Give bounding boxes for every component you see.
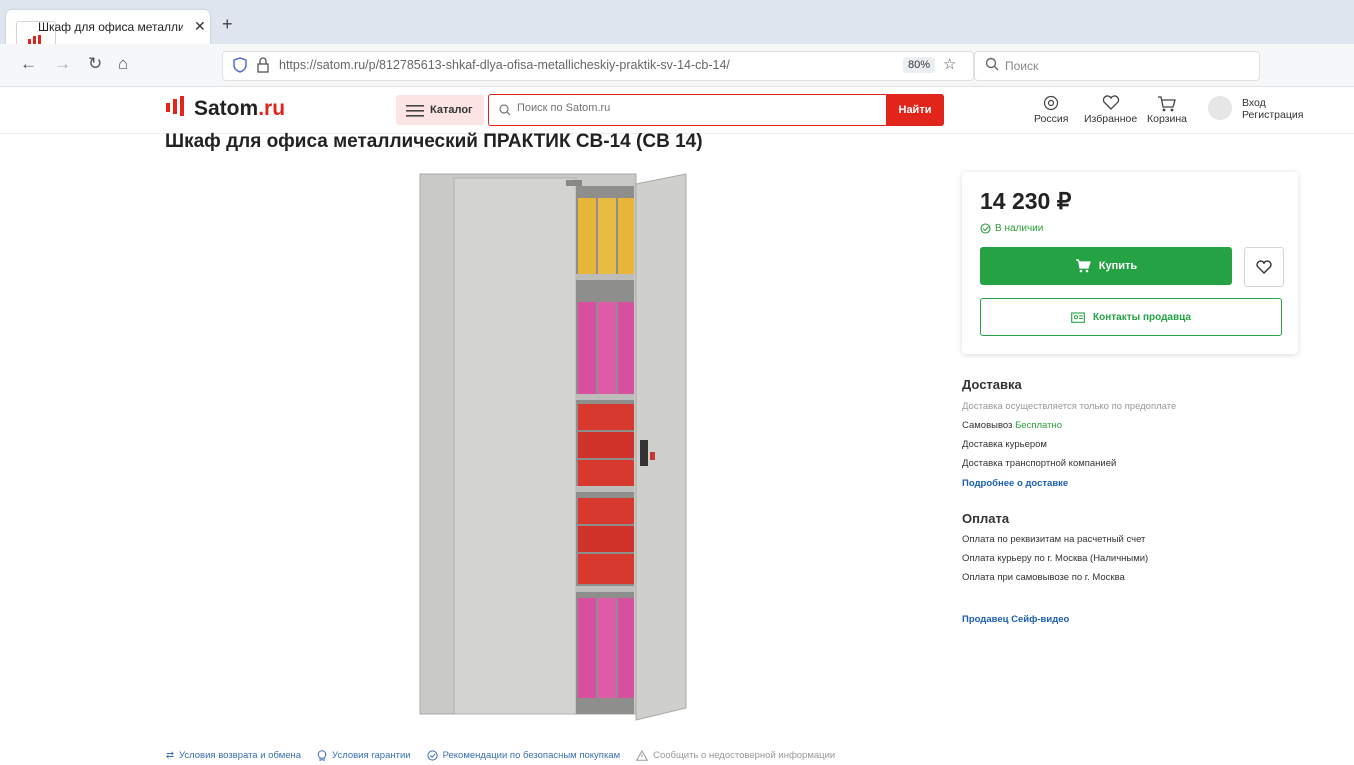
pickup-label: Самовывоз (962, 420, 1013, 431)
delivery-transport: Доставка транспортной компанией (962, 458, 1117, 469)
browser-search[interactable]: Поиск (974, 51, 1260, 81)
search-button[interactable]: Найти (886, 94, 944, 126)
site-search[interactable] (488, 94, 887, 126)
browser-tabbar: Шкаф для офиса металлическ ✕ + (0, 0, 1354, 61)
site-header: Satom.ru Каталог Найти Россия Избранное … (0, 87, 1354, 134)
forward-icon[interactable]: → (54, 54, 71, 74)
bookmark-star-icon[interactable]: ☆ (943, 55, 956, 73)
returns-label: Условия возврата и обмена (178, 750, 302, 761)
address-bar[interactable]: https://satom.ru/p/812785613-shkaf-dlya-… (222, 51, 974, 81)
reload-icon[interactable]: ↻ (88, 54, 102, 74)
register-link[interactable]: Регистрация (1242, 109, 1303, 121)
shield-icon[interactable] (233, 57, 247, 78)
heart-icon (1256, 260, 1272, 274)
region-label: Россия (1034, 113, 1069, 125)
payment-heading: Оплата (962, 511, 1010, 526)
logo-tld: .ru (258, 96, 286, 120)
favorites-label: Избранное (1084, 113, 1138, 125)
check-circle-icon (980, 223, 991, 234)
payment-item: Оплата по реквизитам на расчетный счет (962, 534, 1146, 545)
product-price: 14 230 ₽ (980, 188, 1072, 214)
delivery-more-link[interactable]: Подробнее о доставке (962, 478, 1068, 489)
cart-label: Корзина (1147, 113, 1187, 125)
delivery-heading: Доставка (962, 377, 1022, 392)
delivery-note: Доставка осуществляется только по предоп… (962, 401, 1177, 412)
seller-link[interactable]: Продавец Сейф-видео (962, 614, 1069, 625)
contact-card-icon (1071, 312, 1085, 323)
stock-status: В наличии (980, 223, 1043, 234)
site-search-input[interactable] (515, 101, 859, 115)
warranty-label: Условия гарантии (332, 750, 411, 761)
report-link[interactable]: Сообщить о недостоверной информации (636, 750, 835, 761)
shield-check-icon (426, 750, 438, 761)
zoom-level[interactable]: 80% (903, 57, 936, 73)
warning-icon (636, 750, 649, 761)
product-image[interactable] (414, 168, 694, 728)
safe-buying-link[interactable]: Рекомендации по безопасным покупкам (426, 750, 621, 761)
logo-bars-icon (166, 96, 188, 121)
cart-icon (1075, 259, 1091, 273)
location-pin-icon (1034, 95, 1068, 113)
search-icon (985, 57, 999, 76)
stock-label: В наличии (995, 223, 1044, 234)
page-title: Шкаф для офиса металлический ПРАКТИК СВ-… (165, 131, 703, 152)
cart-icon (1147, 95, 1187, 113)
buy-label: Купить (1098, 260, 1138, 272)
safe-buying-label: Рекомендации по безопасным покупкам (442, 750, 621, 761)
login-link[interactable]: Вход (1242, 97, 1303, 109)
logo-text: Satom (194, 96, 259, 120)
catalog-label: Каталог (430, 104, 473, 116)
returns-link[interactable]: ⇄ Условия возврата и обмена (166, 750, 301, 761)
catalog-button[interactable]: Каталог (396, 95, 484, 125)
menu-icon (406, 104, 424, 122)
tab-close-icon[interactable]: ✕ (194, 18, 206, 35)
new-tab-icon[interactable]: + (222, 14, 233, 35)
url-text[interactable]: https://satom.ru/p/812785613-shkaf-dlya-… (279, 58, 730, 72)
browser-tab[interactable]: Шкаф для офиса металлическ ✕ (6, 10, 210, 61)
payment-item: Оплата при самовывозе по г. Москва (962, 572, 1125, 583)
contacts-label: Контакты продавца (1093, 311, 1191, 323)
footer-links: ⇄ Условия возврата и обмена Условия гара… (166, 750, 835, 761)
login-block[interactable]: Вход Регистрация (1242, 97, 1303, 121)
add-to-favorites-button[interactable] (1244, 247, 1284, 287)
lock-icon[interactable] (257, 57, 269, 78)
seller-contacts-button[interactable]: Контакты продавца (980, 298, 1282, 336)
delivery-courier: Доставка курьером (962, 439, 1047, 450)
swap-arrows-icon: ⇄ (166, 750, 174, 761)
delivery-pickup: Самовывоз Бесплатно (962, 420, 1062, 431)
buy-button[interactable]: Купить (980, 247, 1232, 285)
region-selector[interactable]: Россия (1034, 95, 1068, 125)
browser-search-placeholder: Поиск (1005, 59, 1039, 73)
cart-link[interactable]: Корзина (1147, 95, 1187, 125)
avatar[interactable] (1208, 96, 1232, 120)
tab-title: Шкаф для офиса металлическ (38, 20, 183, 34)
payment-item: Оплата курьеру по г. Москва (Наличными) (962, 553, 1149, 564)
site-logo[interactable]: Satom .ru (166, 96, 285, 121)
home-icon[interactable]: ⌂ (118, 54, 128, 74)
pickup-value: Бесплатно (1015, 420, 1062, 431)
price-card: 14 230 ₽ В наличии Купить Контакты прода… (962, 172, 1298, 354)
favorites-link[interactable]: Избранное (1084, 95, 1137, 125)
back-icon[interactable]: ← (20, 54, 37, 74)
badge-icon (317, 750, 327, 761)
browser-navbar: ← → ↻ ⌂ https://satom.ru/p/812785613-shk… (0, 44, 1354, 87)
warranty-link[interactable]: Условия гарантии (317, 750, 411, 761)
report-label: Сообщить о недостоверной информации (653, 750, 836, 761)
heart-icon (1084, 95, 1137, 113)
search-icon (499, 103, 511, 121)
